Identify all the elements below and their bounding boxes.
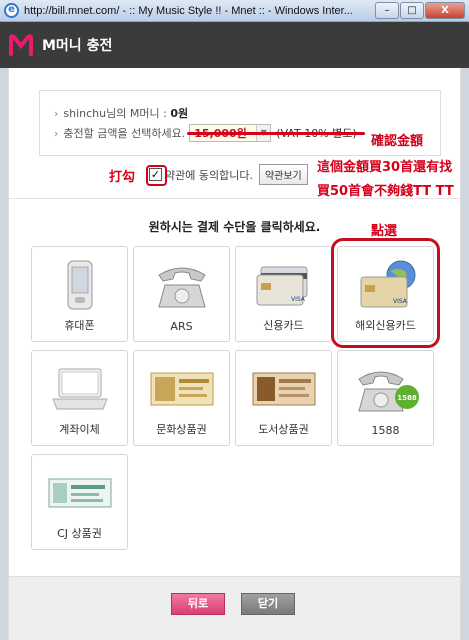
annotation-note-line2: 買50首會不夠錢TT TT: [317, 184, 454, 199]
laptop-icon: [52, 368, 108, 410]
terms-button[interactable]: 약관보기: [258, 164, 308, 185]
footer: 뒤로 닫기: [9, 576, 460, 640]
app-header: M머니 충전: [0, 22, 469, 68]
agree-label: 약관에 동의합니다.: [165, 168, 253, 182]
page-title: M머니 충전: [42, 38, 113, 54]
close-button[interactable]: 닫기: [241, 593, 295, 615]
divider: [9, 198, 460, 199]
culture-gift-certificate-icon: [150, 372, 214, 406]
payment-option-ars[interactable]: ARS: [133, 246, 230, 342]
annotation-confirm-amount: 確認金額: [371, 134, 424, 149]
badge-1588: 1588: [397, 394, 417, 402]
payment-option-culture-gift[interactable]: 문화상품권: [133, 350, 230, 446]
annotation-click-here: 點選: [371, 224, 398, 239]
minimize-button[interactable]: –: [375, 2, 399, 19]
balance-value: 0원: [170, 107, 189, 120]
annotation-underline: [187, 132, 365, 135]
payment-label: 휴대폰: [64, 319, 95, 332]
telephone-icon: [158, 267, 206, 308]
balance-label: shinchu님의 M머니 :: [63, 107, 167, 120]
book-gift-certificate-icon: [252, 372, 316, 406]
maximize-button[interactable]: □: [400, 2, 424, 19]
internet-explorer-icon: e: [4, 3, 19, 18]
arrow-icon: ›: [54, 106, 59, 120]
annotation-circle: [146, 165, 167, 186]
mnet-logo-icon: [8, 32, 34, 58]
main-content: › shinchu님의 M머니 : 0원 › 충전할 금액을 선택하세요. 15…: [8, 68, 461, 640]
cj-gift-certificate-icon: [48, 478, 112, 508]
payment-label: 1588: [371, 424, 400, 437]
payment-label: CJ 상품권: [57, 527, 102, 540]
payment-label: 도서상품권: [258, 423, 309, 436]
agree-row: ✓ 약관에 동의합니다. 약관보기: [146, 164, 308, 186]
amount-label: 충전할 금액을 선택하세요.: [63, 127, 186, 140]
payment-label: 문화상품권: [156, 423, 207, 436]
payment-option-book-gift[interactable]: 도서상품권: [235, 350, 332, 446]
annotation-check-mark: 打勾: [109, 170, 136, 185]
payment-option-bank-transfer[interactable]: 계좌이체: [31, 350, 128, 446]
agree-checkbox[interactable]: ✓: [146, 165, 167, 186]
payment-label: 계좌이체: [59, 423, 100, 436]
payment-option-credit-card[interactable]: VISA 신용카드: [235, 246, 332, 342]
payment-option-mobile[interactable]: 휴대폰: [31, 246, 128, 342]
back-button[interactable]: 뒤로: [171, 593, 225, 615]
telephone-1588-icon: 1588: [358, 371, 419, 412]
annotation-selection-circle: [331, 238, 440, 348]
payment-option-cj-gift[interactable]: CJ 상품권: [31, 454, 128, 550]
payment-label: 신용카드: [263, 319, 304, 332]
window-titlebar: e http://bill.mnet.com/ - :: My Music St…: [0, 0, 469, 22]
payment-option-1588[interactable]: 1588 1588: [337, 350, 434, 446]
credit-card-icon: VISA: [256, 266, 308, 306]
close-window-button[interactable]: X: [425, 2, 465, 19]
arrow-icon: ›: [54, 126, 59, 140]
payment-label: ARS: [170, 320, 193, 333]
balance-row: › shinchu님의 M머니 : 0원: [54, 103, 440, 123]
window-title: http://bill.mnet.com/ - :: My Music Styl…: [24, 4, 353, 17]
mobile-phone-icon: [67, 260, 93, 310]
svg-text:VISA: VISA: [291, 296, 306, 303]
annotation-note-line1: 這個金額買30首還有找: [317, 160, 453, 175]
